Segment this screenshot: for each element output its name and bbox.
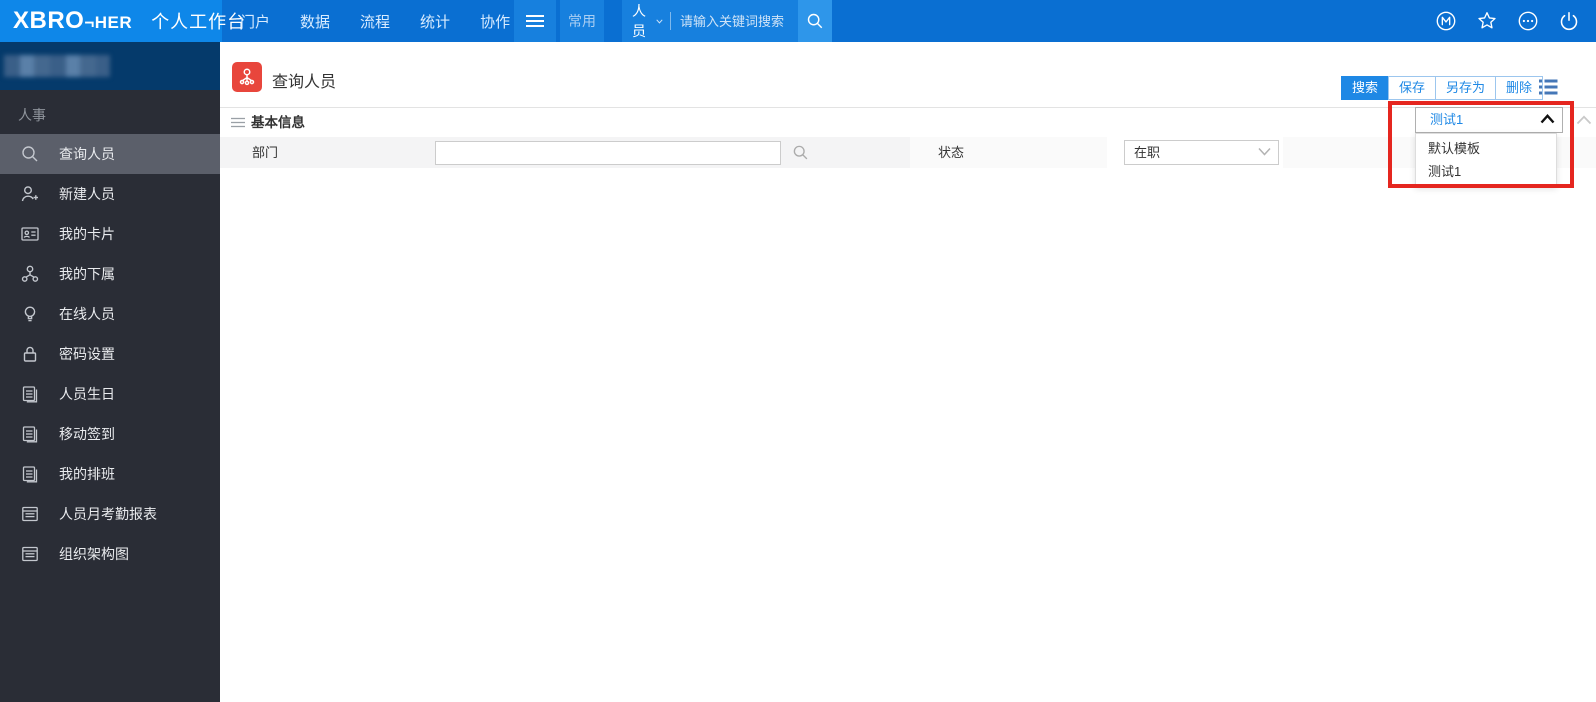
- app-logo: XBRO¬HER 个人工作台: [0, 0, 245, 42]
- nav-item-collaboration[interactable]: 协作: [480, 11, 510, 32]
- sidebar-item-label: 组织架构图: [59, 546, 129, 562]
- sidebar-item-my-shift[interactable]: 我的排班: [0, 454, 220, 494]
- template-options-list: 默认模板 测试1: [1415, 133, 1557, 187]
- global-search: 人员: [622, 0, 798, 42]
- sidebar-item-label: 我的卡片: [59, 226, 115, 242]
- sidebar-item-org-structure[interactable]: 组织架构图: [0, 534, 220, 574]
- sidebar-header: [0, 42, 220, 90]
- sidebar-item-new-person[interactable]: 新建人员: [0, 174, 220, 214]
- power-icon[interactable]: [1558, 10, 1580, 32]
- top-nav: 门户 数据 流程 统计 协作: [240, 0, 510, 42]
- document-icon: [22, 386, 38, 403]
- m-badge-icon[interactable]: [1435, 10, 1457, 32]
- page-title: 查询人员: [272, 74, 337, 91]
- sidebar-item-query-person[interactable]: 查询人员: [0, 134, 220, 174]
- search-category[interactable]: 人员: [632, 1, 651, 41]
- department-label: 部门: [252, 145, 279, 160]
- toolbar: 搜索 保存 另存为 删除: [1341, 76, 1544, 100]
- document-icon: [22, 466, 38, 483]
- product-name: 个人工作台: [151, 12, 247, 32]
- list-view-icon[interactable]: [1538, 78, 1558, 96]
- section-title: 基本信息: [251, 115, 305, 130]
- report-icon: [22, 506, 38, 522]
- menu-button[interactable]: [514, 0, 556, 42]
- sidebar-item-password-settings[interactable]: 密码设置: [0, 334, 220, 374]
- lock-icon: [23, 346, 37, 362]
- page-icon: [232, 62, 262, 92]
- sidebar-item-birthdays[interactable]: 人员生日: [0, 374, 220, 414]
- sidebar-item-label: 人员月考勤报表: [59, 506, 157, 522]
- sidebar-item-my-card[interactable]: 我的卡片: [0, 214, 220, 254]
- save-as-button[interactable]: 另存为: [1435, 76, 1497, 100]
- delete-button[interactable]: 删除: [1495, 76, 1544, 100]
- topbar-right-icons: [1435, 0, 1580, 42]
- chevron-down-icon: [1258, 147, 1271, 156]
- department-lookup-icon[interactable]: [792, 144, 809, 161]
- org-chart-icon: [21, 265, 39, 282]
- report-icon: [22, 546, 38, 562]
- chevron-up-icon: [1540, 114, 1555, 124]
- lightbulb-icon: [24, 306, 36, 322]
- sidebar: 人事 查询人员 新建人员 我的卡片 我的下属 在线人员 密码设置 人员生日 移动…: [0, 42, 220, 702]
- sidebar-item-label: 在线人员: [59, 306, 115, 322]
- sidebar-item-label: 新建人员: [59, 186, 115, 202]
- sidebar-item-mobile-checkin[interactable]: 移动签到: [0, 414, 220, 454]
- more-circle-icon[interactable]: [1517, 10, 1539, 32]
- grip-icon: [231, 117, 245, 128]
- save-button[interactable]: 保存: [1388, 76, 1437, 100]
- favorites-button[interactable]: 常用: [560, 0, 604, 42]
- chevron-down-icon[interactable]: [656, 18, 663, 25]
- search-button[interactable]: 搜索: [1341, 76, 1390, 100]
- search-button[interactable]: [798, 0, 832, 42]
- top-bar: XBRO¬HER 个人工作台 门户 数据 流程 统计 协作 常用 人员: [0, 0, 1596, 42]
- collapse-section-icon[interactable]: [1576, 115, 1592, 125]
- sidebar-item-label: 密码设置: [59, 346, 115, 362]
- sidebar-item-label: 我的下属: [59, 266, 115, 282]
- search-icon: [22, 146, 38, 162]
- status-select[interactable]: 在职: [1124, 140, 1279, 165]
- department-input[interactable]: [435, 141, 781, 165]
- status-select-value: 在职: [1134, 145, 1161, 160]
- main-content: 查询人员 搜索 保存 另存为 删除 基本信息 部门 状态 在职 测试1 默认模板…: [220, 42, 1596, 702]
- sidebar-item-label: 人员生日: [59, 386, 115, 402]
- brand-name: XBRO¬HER: [13, 7, 133, 34]
- nav-item-statistics[interactable]: 统计: [420, 11, 450, 32]
- section-header: 基本信息: [220, 108, 1596, 137]
- sidebar-item-label: 移动签到: [59, 426, 115, 442]
- template-option-test1[interactable]: 测试1: [1416, 160, 1556, 183]
- search-icon: [807, 13, 823, 29]
- sidebar-item-my-subordinates[interactable]: 我的下属: [0, 254, 220, 294]
- template-option-default[interactable]: 默认模板: [1416, 137, 1556, 160]
- sidebar-item-online-people[interactable]: 在线人员: [0, 294, 220, 334]
- redacted-text: [4, 55, 110, 77]
- search-form-row: 部门 状态 在职: [220, 137, 1596, 168]
- nav-item-workflow[interactable]: 流程: [360, 11, 390, 32]
- org-chart-icon: [239, 68, 255, 86]
- sidebar-item-label: 我的排班: [59, 466, 115, 482]
- sidebar-section-title: 人事: [18, 107, 46, 123]
- nav-item-portal[interactable]: 门户: [240, 11, 270, 32]
- sidebar-item-label: 查询人员: [59, 146, 115, 162]
- search-divider: [670, 12, 671, 30]
- search-input[interactable]: [680, 13, 788, 29]
- user-plus-icon: [21, 186, 38, 202]
- star-icon[interactable]: [1476, 10, 1498, 32]
- sidebar-item-monthly-attendance-report[interactable]: 人员月考勤报表: [0, 494, 220, 534]
- template-select[interactable]: 测试1: [1415, 107, 1563, 133]
- document-icon: [22, 426, 38, 443]
- id-card-icon: [21, 227, 39, 241]
- nav-item-data[interactable]: 数据: [300, 11, 330, 32]
- status-label: 状态: [938, 145, 965, 160]
- template-select-value: 测试1: [1430, 112, 1464, 127]
- hamburger-icon: [526, 15, 544, 27]
